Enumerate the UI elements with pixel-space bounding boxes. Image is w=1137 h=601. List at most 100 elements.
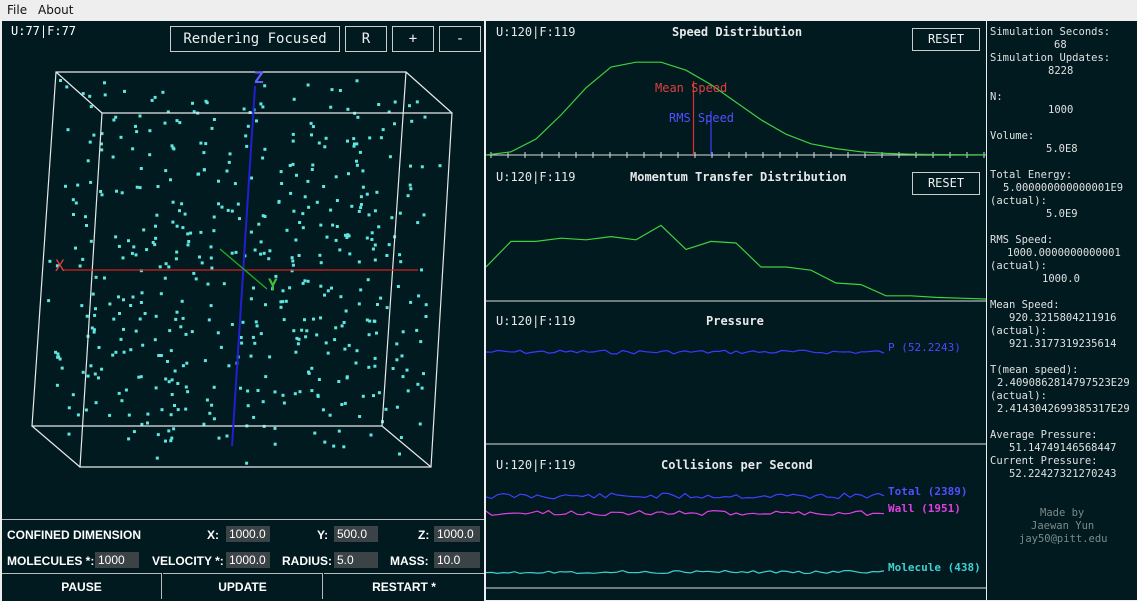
particle (417, 294, 421, 298)
particle (401, 330, 405, 334)
particle (263, 147, 267, 151)
zoom-in-button[interactable]: + (392, 26, 434, 52)
particle (222, 282, 226, 286)
particle (346, 139, 349, 143)
rendering-focused-button[interactable]: Rendering Focused (170, 26, 340, 52)
x-dim-input[interactable]: 1000.0 (226, 526, 270, 542)
particle (121, 256, 125, 260)
particle (154, 314, 158, 318)
particle (371, 247, 375, 251)
particle (184, 385, 188, 389)
z-dim-input[interactable]: 1000.0 (434, 526, 480, 542)
particle (353, 142, 356, 146)
temperature-value: 2.4090862814797523E29 (997, 377, 1130, 389)
particle (103, 81, 106, 85)
total-energy-actual-label: (actual): (990, 195, 1047, 207)
particle (154, 224, 157, 228)
particle (160, 408, 164, 412)
simulation-canvas[interactable] (2, 21, 484, 519)
radius-input[interactable]: 5.0 (334, 552, 378, 568)
particle (94, 307, 97, 311)
particle (207, 318, 211, 322)
particle (140, 291, 144, 295)
particle (71, 393, 75, 397)
particle (365, 192, 369, 196)
particle (333, 338, 337, 342)
particle (202, 168, 206, 172)
particle (199, 141, 203, 145)
particle (301, 226, 305, 230)
particle (134, 253, 138, 257)
particle (273, 442, 277, 446)
particle (393, 122, 396, 126)
particle (282, 401, 286, 405)
particle (420, 268, 423, 272)
particle (155, 213, 159, 217)
particle (249, 297, 253, 301)
restart-button[interactable]: RESTART * (324, 573, 484, 599)
menu-about[interactable]: About (38, 3, 73, 17)
particle (337, 380, 341, 383)
r-button[interactable]: R (345, 26, 387, 52)
particle (175, 224, 179, 228)
particle (163, 276, 167, 280)
particle (306, 83, 310, 87)
particle (268, 249, 272, 253)
mass-input[interactable]: 10.0 (434, 552, 480, 568)
particle (305, 329, 309, 333)
particle (318, 253, 322, 257)
particle (289, 191, 293, 195)
particle (167, 265, 171, 269)
particle (155, 456, 159, 460)
speed-reset-button[interactable]: RESET (912, 28, 980, 51)
particle (78, 264, 82, 268)
momentum-curve (486, 224, 986, 300)
particle (307, 205, 311, 209)
particle (159, 292, 163, 296)
particle (399, 436, 403, 439)
menu-file[interactable]: File (7, 3, 27, 17)
particle (127, 413, 131, 417)
particle (408, 104, 411, 108)
particle (319, 316, 322, 320)
velocity-input[interactable]: 1000.0 (226, 552, 270, 568)
particle (123, 89, 126, 93)
momentum-reset-button[interactable]: RESET (912, 172, 980, 195)
particle (292, 97, 296, 101)
particle (373, 258, 377, 262)
collisions-molecule-line (486, 569, 885, 575)
particle (117, 244, 121, 248)
particle (361, 185, 365, 189)
zoom-out-button[interactable]: - (439, 26, 481, 52)
particle (170, 378, 174, 382)
pause-button[interactable]: PAUSE (2, 573, 162, 599)
particle (277, 199, 281, 203)
particle (209, 304, 213, 308)
particle (156, 433, 160, 437)
particle (343, 401, 347, 405)
particle (256, 389, 260, 392)
particle (293, 392, 297, 396)
particle (94, 275, 98, 279)
particle (122, 350, 126, 354)
simulation-view[interactable]: U:77|F:77 X Y Z (2, 21, 484, 519)
particle (228, 152, 232, 156)
particle (202, 151, 206, 155)
particle (55, 383, 59, 387)
particle (130, 251, 134, 255)
y-dim-input[interactable]: 500.0 (334, 526, 378, 542)
box-front-face (31, 71, 407, 427)
particle (184, 407, 188, 411)
molecules-input[interactable]: 1000 (95, 552, 139, 568)
particle (239, 386, 242, 390)
mean-actual-value: 921.3177319235614 (1009, 338, 1117, 350)
update-button[interactable]: UPDATE (163, 573, 323, 599)
particle (292, 209, 296, 213)
volume-value: 5.0E8 (1046, 143, 1078, 155)
particle (141, 343, 145, 347)
particle (281, 289, 285, 293)
particle (251, 335, 255, 339)
particle (239, 336, 243, 339)
particle (139, 167, 143, 170)
particle (355, 79, 359, 83)
